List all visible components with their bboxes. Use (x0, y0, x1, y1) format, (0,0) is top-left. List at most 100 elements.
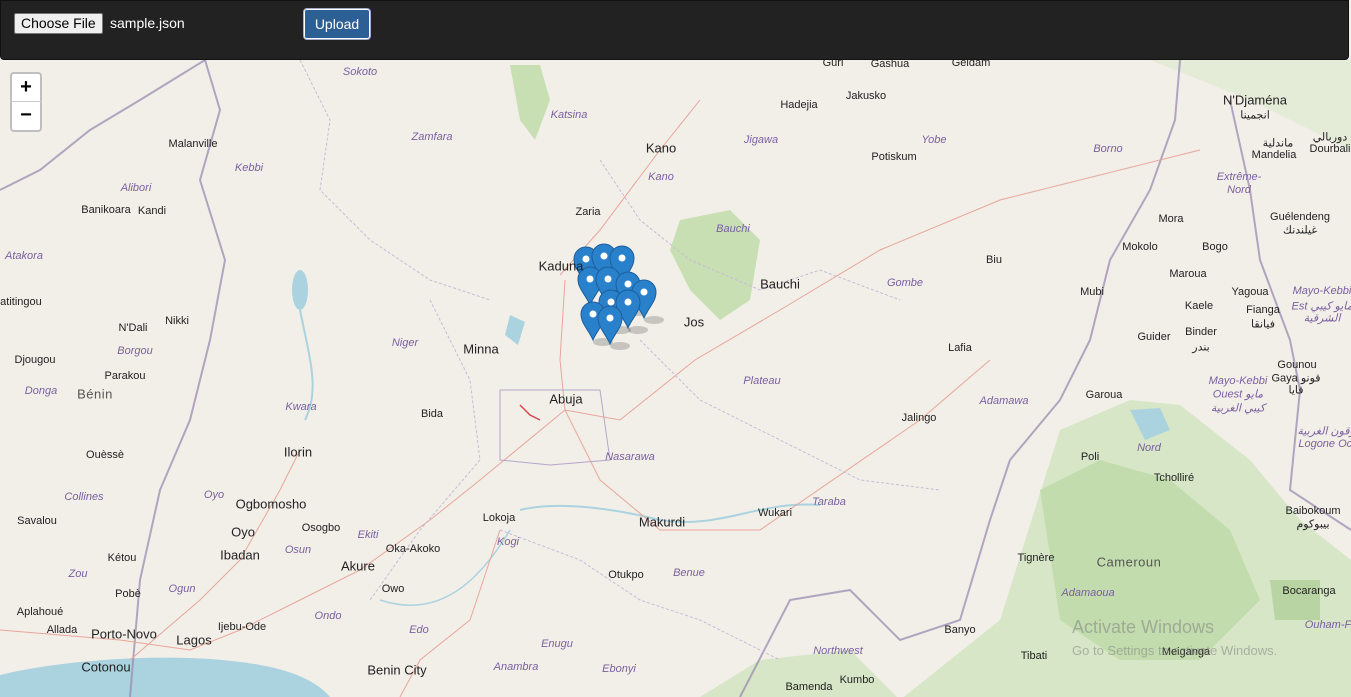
sea (0, 657, 330, 697)
map-label-bigcity: Ogbomosho (235, 496, 307, 512)
upload-button[interactable]: Upload (303, 8, 371, 40)
map-label-region: Osun (284, 544, 312, 556)
activation-watermark-title: Activate Windows (1072, 617, 1215, 637)
map-label-city: Mandelia (1251, 149, 1297, 161)
map-label-city: Bocaranga (1282, 585, 1336, 597)
map-label-city: Baibokoum (1285, 505, 1341, 517)
map-label-bigcity: Lagos (176, 632, 212, 648)
choose-file-button[interactable]: Choose File (14, 13, 103, 34)
map-label-region: Enugu (541, 638, 573, 650)
map-label-city: Banikoara (81, 204, 131, 216)
map-label-region: Zou (68, 568, 88, 580)
map-label-bigcity: Minna (463, 341, 499, 357)
map-label-city: Potiskum (871, 151, 917, 163)
map-label-city: N'Dali (118, 322, 148, 334)
map-label-region: Gombe (886, 277, 924, 289)
map-label-city: Poli (1080, 451, 1100, 463)
map-label-bigcity: Akure (341, 558, 375, 574)
map-label-city: Maroua (1169, 268, 1207, 280)
map-label-city: بيبوكوم (1296, 518, 1330, 531)
map-label-city: Lokoja (482, 512, 516, 524)
map-label-bigcity: Ilorin (283, 444, 313, 460)
map-label-region: Borno (1093, 143, 1123, 155)
map-label-city: Aplahoué (16, 606, 64, 618)
map-label-region: لوقون الغربية (1297, 425, 1351, 438)
map-label-bigcity: Bauchi (760, 276, 800, 292)
map-label-region: Atakora (5, 250, 43, 262)
map-label-city: Hadejia (780, 99, 818, 111)
map-label-city: بندر (1192, 341, 1210, 354)
map-label-city: Tibati (1020, 650, 1048, 662)
map-label-city: Allada (46, 624, 78, 636)
zoom-out-button[interactable]: − (10, 102, 42, 132)
map-label-region: Oyo (203, 489, 225, 501)
map-label-region: Plateau (743, 375, 781, 387)
map-label-region: Logone Occ (1298, 438, 1351, 450)
map-label-region: Adamaoua (1061, 587, 1115, 599)
map-label-region: Ouest مايو (1212, 388, 1264, 401)
map-label-region: Anambra (493, 661, 539, 673)
map-label-city: انجمينا (1240, 109, 1270, 122)
map-label-city: Kumbo (839, 674, 875, 686)
map-label-city: Biu (986, 254, 1002, 266)
map-label-city: Bamenda (785, 681, 833, 693)
map-label-region: Jigawa (743, 134, 779, 146)
map-label-region: Adamawa (979, 395, 1029, 407)
map-label-city: Guri (822, 60, 844, 69)
map-label-region: كيبي الغربية (1210, 402, 1266, 415)
map-label-city: Kétou (107, 552, 137, 564)
map-label-country: Bénin (77, 386, 113, 402)
map-label-city: Tignère (1017, 552, 1055, 564)
map-label-city: Binder (1185, 326, 1217, 338)
map-label-city: Gashua (870, 60, 910, 70)
map-label-bigcity: Kano (645, 140, 677, 156)
map-label-region: Benue (673, 567, 705, 579)
lake (505, 315, 525, 345)
map-label-city: Kaele (1184, 300, 1214, 312)
lake (292, 270, 308, 310)
selected-file-name: sample.json (110, 15, 185, 31)
map-base-layer (0, 60, 1351, 697)
map-label-region: Mayo-Kebbi (1292, 285, 1351, 297)
map-label-city: Yagoua (1231, 286, 1269, 298)
map-label-city: Lafia (948, 342, 972, 354)
map-label-region: Taraba (812, 496, 846, 508)
map-label-region: Nord (1227, 184, 1251, 196)
map-label-city: Jakusko (845, 90, 887, 102)
map-label-region: Extrême- (1216, 171, 1262, 183)
map-label-bigcity: Cotonou (81, 659, 131, 675)
map-view[interactable]: Sokoto Zamfara Katsina Kano Kano Jigawa Hadeji… (0, 60, 1351, 697)
state-border (639, 339, 941, 491)
state-border (299, 60, 491, 301)
map-label-bigcity: Oyo (231, 524, 255, 540)
map-label-city: Bogo (1202, 241, 1228, 253)
map-label-bigcity: Benin City (367, 662, 427, 678)
zoom-in-button[interactable]: + (10, 72, 42, 102)
map-label-city: Guider (1137, 331, 1171, 343)
map-label-region: Kano (648, 171, 674, 183)
map-label-city: فيانقا (1251, 318, 1275, 331)
map-label-city: Savalou (17, 515, 57, 527)
map-label-city: Osogbo (301, 522, 341, 534)
map-label-region: Yobe (921, 134, 947, 146)
map-label-city: Jalingo (901, 412, 937, 424)
map-label-bigcity: N'Djaména (1223, 92, 1287, 108)
map-label-city: Geidam (951, 60, 991, 69)
map-label-region: Niger (391, 337, 419, 349)
map-label-region: Ogun (168, 583, 196, 595)
map-label-region: Zamfara (411, 131, 453, 143)
map-label-region: Mayo-Kebbi (1208, 375, 1268, 387)
map-label-city: Djougou (14, 354, 56, 366)
map-label-region: Edo (409, 624, 429, 636)
map-label-city: Parakou (104, 370, 146, 382)
map-label-region: Kebbi (234, 162, 264, 174)
map-label-bigcity: Ibadan (220, 547, 260, 563)
road (0, 409, 566, 651)
map-label-region: Northwest (813, 645, 863, 657)
map-label-city: Fianga (1246, 304, 1280, 316)
map-label-city: Dourbali (1309, 143, 1351, 155)
map-label-region: Ondo (314, 610, 342, 622)
map-label-city: Natitingou (0, 296, 42, 308)
map-label-region: Nord (1137, 442, 1161, 454)
map-label-city: ماندلية (1262, 137, 1294, 150)
